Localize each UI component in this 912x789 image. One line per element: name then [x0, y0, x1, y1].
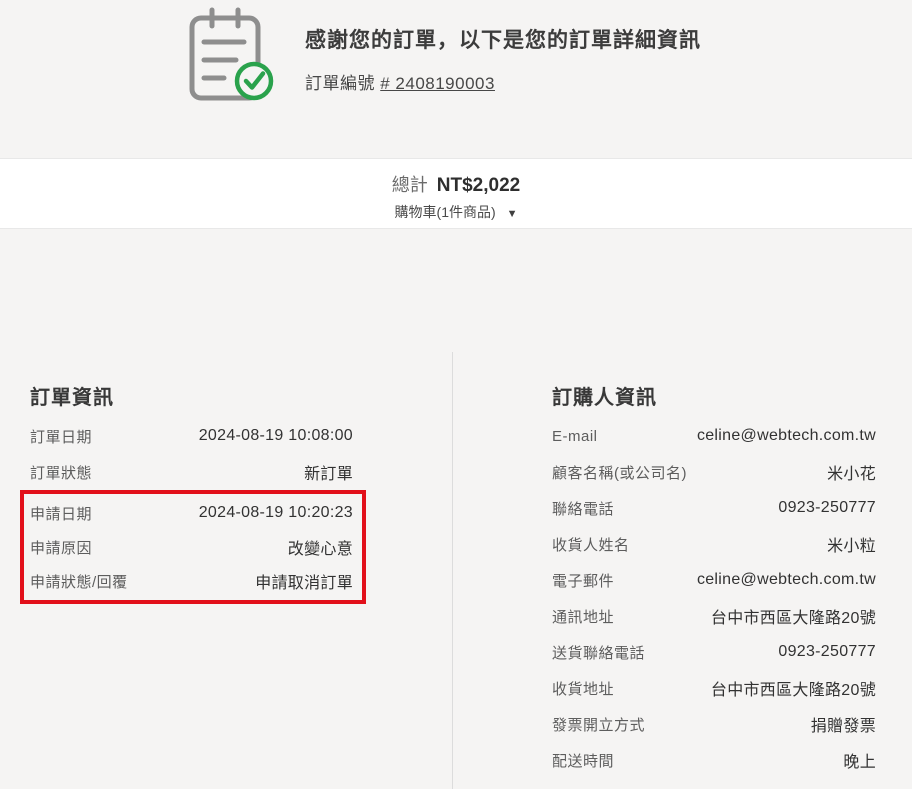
info-row: 顧客名稱(或公司名) 米小花 [552, 454, 876, 490]
row-label: 收貨地址 [552, 678, 614, 699]
cancel-request-highlight-box: 申請日期 2024-08-19 10:20:23 申請原因 改變心意 申請狀態/… [20, 490, 366, 604]
order-detail-content: 訂單資訊 訂單日期 2024-08-19 10:08:00 訂單狀態 新訂單 申… [0, 229, 912, 789]
cart-items-toggle[interactable]: 購物車(1件商品) ▼ [395, 202, 518, 222]
row-value: 米小花 [827, 460, 876, 484]
info-row: 電子郵件 celine@webtech.com.tw [552, 562, 876, 598]
cart-toggle-label: 購物車(1件商品) [395, 204, 496, 220]
buyer-info-rows: E-mail celine@webtech.com.tw 顧客名稱(或公司名) … [552, 418, 876, 778]
row-value: 米小粒 [827, 532, 876, 556]
info-row: 申請原因 改變心意 [30, 530, 353, 564]
header-text-block: 感謝您的訂單，以下是您的訂單詳細資訊 訂單編號 # 2408190003 [305, 24, 701, 94]
info-row: 收貨人姓名 米小粒 [552, 526, 876, 562]
buyer-info-title: 訂購人資訊 [552, 381, 876, 408]
order-total-band: 總計 NT$2,022 購物車(1件商品) ▼ [0, 158, 912, 229]
row-value: 2024-08-19 10:20:23 [199, 504, 353, 522]
row-value: 0923-250777 [778, 499, 876, 517]
row-label: 電子郵件 [552, 570, 614, 591]
total-line: 總計 NT$2,022 [0, 171, 912, 197]
info-row: 訂單狀態 新訂單 [30, 454, 353, 490]
info-row: 訂單日期 2024-08-19 10:08:00 [30, 418, 353, 454]
cart-line: 購物車(1件商品) ▼ [0, 202, 912, 222]
info-row: E-mail celine@webtech.com.tw [552, 418, 876, 454]
row-label: 訂單日期 [30, 426, 92, 447]
row-label: 申請日期 [30, 503, 92, 524]
row-label: E-mail [552, 428, 598, 445]
info-row: 聯絡電話 0923-250777 [552, 490, 876, 526]
info-row: 申請日期 2024-08-19 10:20:23 [30, 496, 353, 530]
row-label: 顧客名稱(或公司名) [552, 462, 687, 483]
row-label: 聯絡電話 [552, 498, 614, 519]
order-confirmation-header: 感謝您的訂單，以下是您的訂單詳細資訊 訂單編號 # 2408190003 [0, 0, 912, 158]
order-info-section: 訂單資訊 訂單日期 2024-08-19 10:08:00 訂單狀態 新訂單 申… [30, 381, 353, 604]
total-label: 總計 [392, 175, 428, 195]
row-label: 訂單狀態 [30, 462, 92, 483]
thank-you-title: 感謝您的訂單，以下是您的訂單詳細資訊 [305, 24, 701, 54]
row-label: 發票開立方式 [552, 714, 645, 735]
row-value: 新訂單 [304, 460, 353, 484]
row-label: 配送時間 [552, 750, 614, 771]
row-value: 台中市西區大隆路20號 [711, 676, 876, 700]
info-row: 配送時間 晚上 [552, 742, 876, 778]
buyer-info-section: 訂購人資訊 E-mail celine@webtech.com.tw 顧客名稱(… [552, 381, 876, 778]
info-row: 通訊地址 台中市西區大隆路20號 [552, 598, 876, 634]
row-value: 2024-08-19 10:08:00 [199, 427, 353, 445]
row-label: 收貨人姓名 [552, 534, 630, 555]
row-label: 申請狀態/回覆 [30, 571, 128, 592]
row-value: 申請取消訂單 [255, 569, 353, 593]
row-value: 捐贈發票 [811, 712, 876, 736]
order-number-line: 訂單編號 # 2408190003 [305, 69, 701, 94]
row-label: 通訊地址 [552, 606, 614, 627]
clipboard-check-icon [188, 6, 276, 102]
order-info-title: 訂單資訊 [30, 381, 353, 408]
order-number-label: 訂單編號 [305, 74, 375, 93]
caret-down-icon: ▼ [507, 208, 518, 220]
row-value: 晚上 [843, 748, 876, 772]
info-row: 收貨地址 台中市西區大隆路20號 [552, 670, 876, 706]
order-info-rows: 訂單日期 2024-08-19 10:08:00 訂單狀態 新訂單 [30, 418, 353, 490]
column-divider [452, 352, 453, 789]
row-value: celine@webtech.com.tw [697, 571, 876, 589]
row-label: 申請原因 [30, 537, 92, 558]
order-number-link[interactable]: # 2408190003 [380, 74, 495, 93]
row-value: 改變心意 [288, 535, 353, 559]
info-row: 發票開立方式 捐贈發票 [552, 706, 876, 742]
row-value: 台中市西區大隆路20號 [711, 604, 876, 628]
row-value: celine@webtech.com.tw [697, 427, 876, 445]
total-amount: NT$2,022 [437, 175, 520, 196]
info-row: 申請狀態/回覆 申請取消訂單 [30, 564, 353, 598]
row-value: 0923-250777 [778, 643, 876, 661]
info-row: 送貨聯絡電話 0923-250777 [552, 634, 876, 670]
row-label: 送貨聯絡電話 [552, 642, 645, 663]
